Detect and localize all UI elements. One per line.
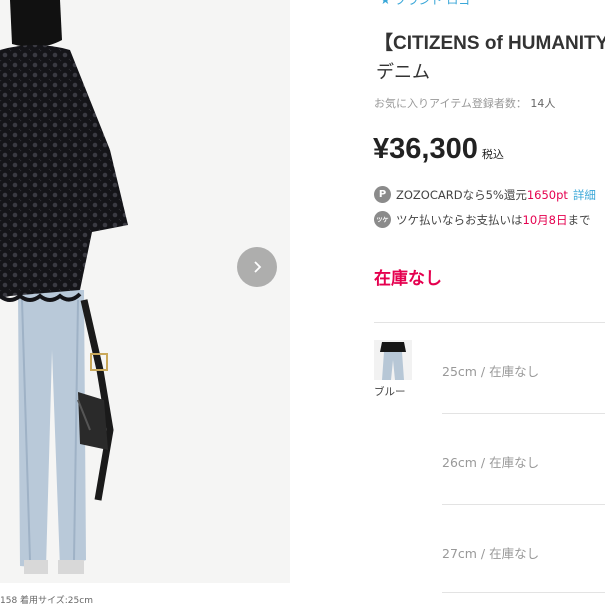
- zozocard-detail-link[interactable]: 詳細: [573, 187, 596, 203]
- model-illustration: [0, 0, 290, 583]
- size-option-25[interactable]: 25cm / 在庫なし: [442, 361, 539, 380]
- chevron-right-icon: [254, 261, 262, 273]
- price: ¥36,300 税込: [373, 133, 504, 166]
- favorites-number: 14人: [530, 97, 556, 110]
- color-swatch[interactable]: [374, 340, 412, 380]
- zozocard-points: 1650pt: [526, 187, 568, 202]
- points-icon: P: [374, 186, 391, 203]
- tax-label: 税込: [481, 148, 504, 161]
- zozocard-text: ZOZOCARDなら5%還元: [396, 187, 527, 202]
- product-subtitle: デニム: [376, 62, 430, 83]
- product-photo: [0, 0, 290, 583]
- color-label: ブルー: [374, 386, 406, 398]
- divider: [442, 504, 605, 505]
- favorites-label: お気に入りアイテム登録者数：: [374, 97, 527, 110]
- divider: [374, 322, 605, 323]
- divider: [442, 592, 605, 593]
- stock-status: 在庫なし: [374, 269, 442, 289]
- favorites-count: お気に入りアイテム登録者数： 14人: [374, 95, 555, 111]
- size-option-26[interactable]: 26cm / 在庫なし: [442, 452, 539, 471]
- size-option-27[interactable]: 27cm / 在庫なし: [442, 543, 539, 562]
- carousel-next-button[interactable]: [237, 247, 277, 287]
- photo-caption: 158 着用サイズ:25cm: [0, 596, 93, 605]
- tsuke-icon: ツケ: [374, 211, 391, 228]
- zozocard-row: P ZOZOCARDなら5%還元 1650pt 詳細: [374, 186, 596, 203]
- price-amount: ¥36,300: [373, 133, 478, 165]
- tsuke-text-post: まで: [567, 212, 591, 227]
- swatch-thumbnail: [374, 340, 412, 380]
- tsuke-row: ツケ ツケ払いならお支払いは 10月8日 まで: [374, 211, 590, 228]
- tsuke-date: 10月8日: [522, 212, 568, 227]
- brand-link[interactable]: ★ ブランド ロゴ: [380, 0, 470, 8]
- tsuke-text: ツケ払いならお支払いは: [396, 212, 523, 227]
- product-title: 【CITIZENS of HUMANITY】: [374, 33, 605, 54]
- divider: [442, 413, 605, 414]
